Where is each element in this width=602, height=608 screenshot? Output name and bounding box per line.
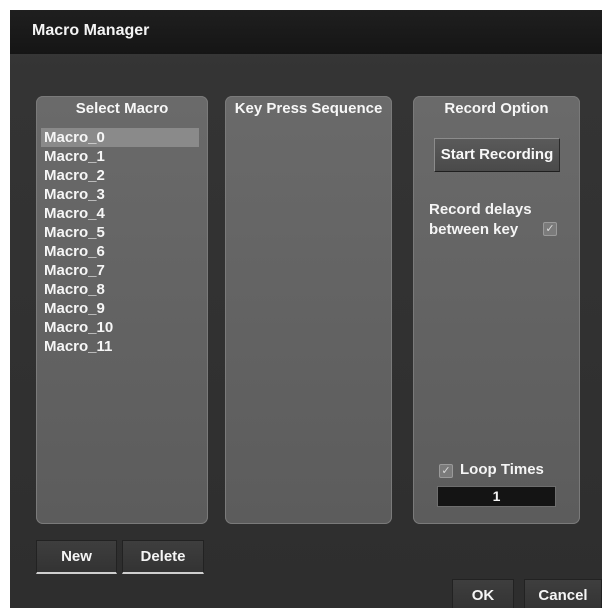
macro-list-item[interactable]: Macro_6	[41, 242, 199, 261]
key-sequence-list[interactable]	[225, 120, 392, 524]
window-title: Macro Manager	[32, 22, 150, 39]
loop-times-checkbox[interactable]: ✓	[439, 464, 453, 478]
checkmark-icon: ✓	[545, 223, 555, 235]
delete-button[interactable]: Delete	[122, 540, 204, 574]
cancel-button[interactable]: Cancel	[524, 579, 602, 608]
macro-list-item[interactable]: Macro_8	[41, 280, 199, 299]
select-macro-header: Select Macro	[75, 100, 169, 117]
select-macro-panel: Select Macro Macro_0 Macro_1 Macro_2 Macro_…	[36, 96, 208, 524]
macro-manager-window: Macro Manager Select Macro Macro_0 Macro_…	[10, 10, 602, 608]
macro-list-item[interactable]: Macro_2	[41, 166, 199, 185]
macro-list-item[interactable]: Macro_4	[41, 204, 199, 223]
macro-list: Macro_0 Macro_1 Macro_2 Macro_3 Macro_4 Macro…	[41, 128, 199, 356]
macro-list-item[interactable]: Macro_7	[41, 261, 199, 280]
record-delays-label: Record delays between key	[429, 201, 532, 238]
loop-times-label: Loop Times	[460, 461, 544, 478]
key-sequence-header: Key Press Sequence	[234, 100, 383, 117]
checkmark-icon: ✓	[441, 465, 451, 477]
new-button[interactable]: New	[36, 540, 117, 574]
ok-button[interactable]: OK	[452, 579, 514, 608]
macro-list-item[interactable]: Macro_11	[41, 337, 199, 356]
key-sequence-panel: Key Press Sequence	[225, 96, 392, 524]
macro-list-item[interactable]: Macro_9	[41, 299, 199, 318]
record-option-panel: Record Option Start Recording Record del…	[413, 96, 580, 524]
record-delays-checkbox[interactable]: ✓	[543, 222, 557, 236]
title-bar[interactable]: Macro Manager	[10, 10, 602, 54]
macro-list-item[interactable]: Macro_1	[41, 147, 199, 166]
macro-list-item[interactable]: Macro_10	[41, 318, 199, 337]
macro-list-item[interactable]: Macro_5	[41, 223, 199, 242]
record-option-header: Record Option	[444, 100, 549, 117]
start-recording-button[interactable]: Start Recording	[434, 138, 560, 172]
macro-list-item[interactable]: Macro_3	[41, 185, 199, 204]
macro-list-item[interactable]: Macro_0	[41, 128, 199, 147]
loop-times-input[interactable]: 1	[437, 486, 556, 507]
